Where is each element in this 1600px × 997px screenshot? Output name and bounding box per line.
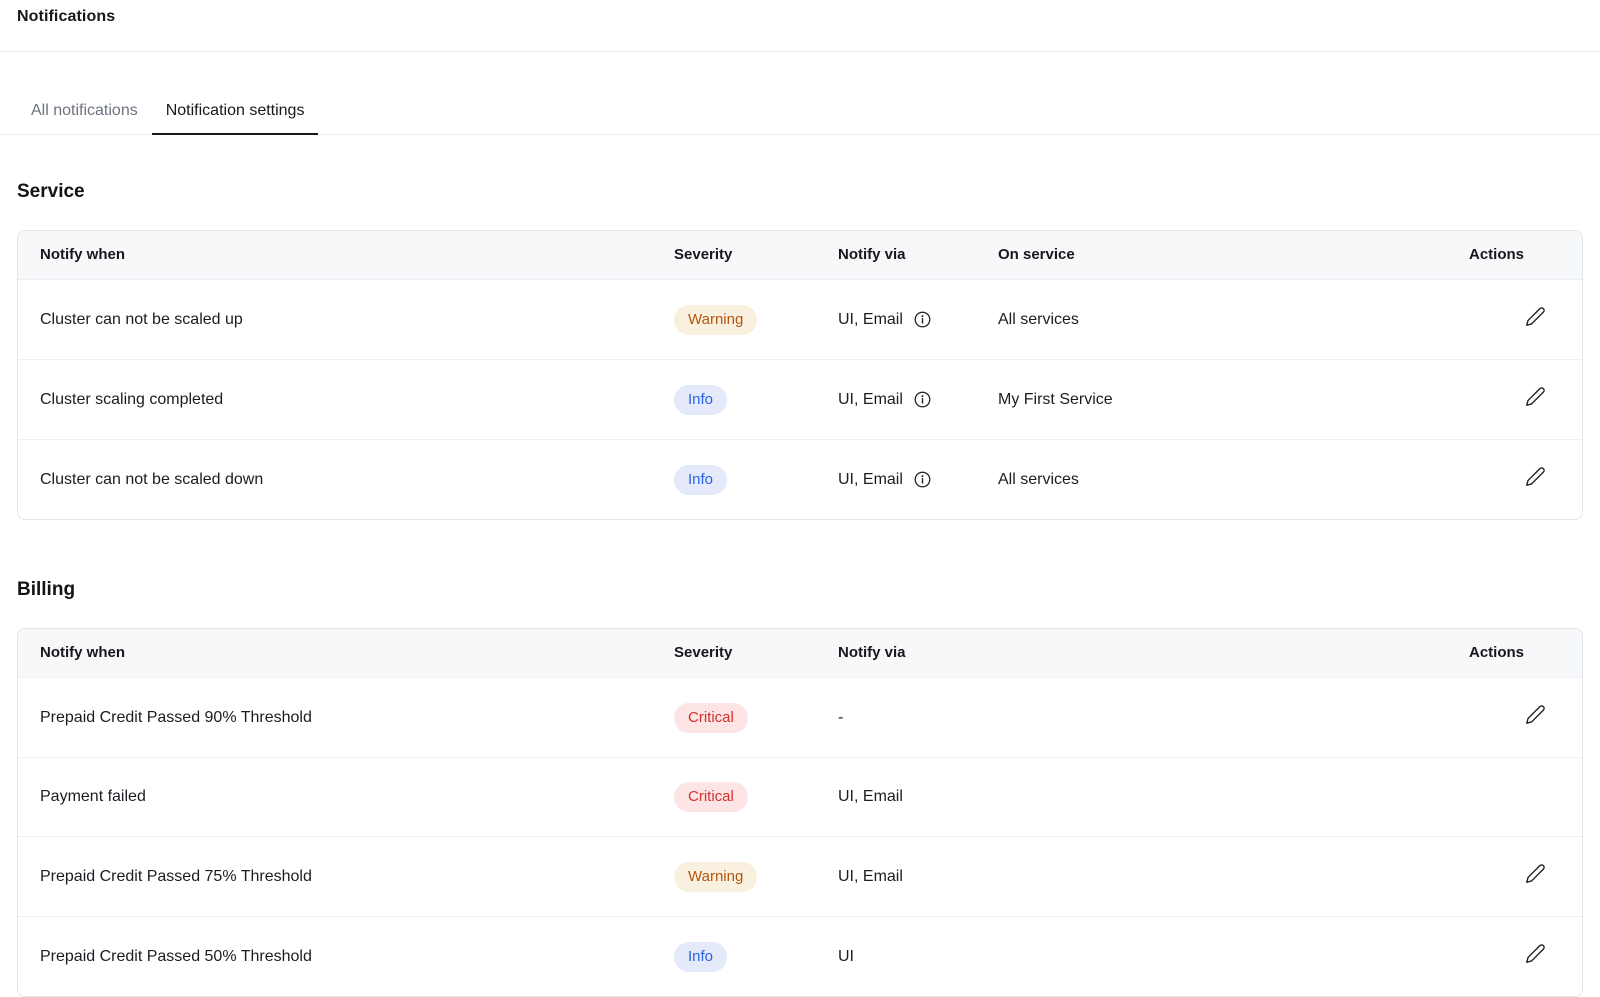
notify-via-value: - — [838, 677, 1462, 757]
notify-when-cell: Cluster can not be scaled down — [18, 439, 674, 519]
on-service-cell: All services — [998, 279, 1462, 359]
info-icon[interactable] — [913, 390, 932, 409]
edit-button[interactable] — [1523, 384, 1548, 409]
service-table-card: Notify when Severity Notify via On servi… — [17, 230, 1583, 520]
service-table: Notify when Severity Notify via On servi… — [18, 231, 1582, 519]
table-row: Prepaid Credit Passed 50% Threshold Info… — [18, 916, 1582, 996]
table-row: Cluster scaling completed Info UI, Email… — [18, 359, 1582, 439]
page-title: Notifications — [17, 8, 1583, 26]
edit-button[interactable] — [1523, 304, 1548, 329]
severity-badge: Critical — [674, 782, 748, 812]
notify-when-cell: Prepaid Credit Passed 90% Threshold — [18, 677, 674, 757]
pencil-icon — [1525, 395, 1546, 410]
table-row: Payment failed Critical UI, Email — [18, 757, 1582, 836]
pencil-icon — [1525, 872, 1546, 887]
edit-button[interactable] — [1523, 464, 1548, 489]
pencil-icon — [1525, 475, 1546, 490]
on-service-cell: All services — [998, 439, 1462, 519]
column-header-actions: Actions — [1462, 231, 1582, 279]
notify-when-cell: Prepaid Credit Passed 50% Threshold — [18, 916, 674, 996]
notify-via-value: UI, Email — [838, 388, 903, 412]
column-header-severity: Severity — [674, 231, 838, 279]
tab-notification-settings[interactable]: Notification settings — [152, 90, 319, 135]
notify-via-value: UI, Email — [838, 308, 903, 332]
billing-table-card: Notify when Severity Notify via Actions … — [17, 628, 1583, 997]
edit-button[interactable] — [1523, 941, 1548, 966]
notify-when-cell: Prepaid Credit Passed 75% Threshold — [18, 836, 674, 916]
severity-badge: Warning — [674, 862, 757, 892]
pencil-icon — [1525, 315, 1546, 330]
notification-settings-content: Service Notify when Severity Notify via … — [0, 181, 1600, 997]
table-row: Prepaid Credit Passed 90% Threshold Crit… — [18, 677, 1582, 757]
section-title-service: Service — [17, 181, 1583, 203]
info-icon[interactable] — [913, 310, 932, 329]
column-header-on-service: On service — [998, 231, 1462, 279]
table-row: Cluster can not be scaled down Info UI, … — [18, 439, 1582, 519]
info-icon[interactable] — [913, 470, 932, 489]
column-header-notify-when: Notify when — [18, 231, 674, 279]
notify-when-cell: Cluster can not be scaled up — [18, 279, 674, 359]
pencil-icon — [1525, 952, 1546, 967]
severity-badge: Warning — [674, 305, 757, 335]
page-header: Notifications — [0, 0, 1600, 52]
column-header-notify-when: Notify when — [18, 629, 674, 677]
table-row: Cluster can not be scaled up Warning UI,… — [18, 279, 1582, 359]
severity-badge: Info — [674, 465, 727, 495]
service-header-row: Notify when Severity Notify via On servi… — [18, 231, 1582, 279]
section-title-billing: Billing — [17, 579, 1583, 601]
pencil-icon — [1525, 713, 1546, 728]
severity-badge: Info — [674, 385, 727, 415]
on-service-cell: My First Service — [998, 359, 1462, 439]
edit-button[interactable] — [1523, 702, 1548, 727]
severity-badge: Critical — [674, 703, 748, 733]
tab-bar: All notifications Notification settings — [0, 90, 1600, 135]
notify-when-cell: Cluster scaling completed — [18, 359, 674, 439]
table-row: Prepaid Credit Passed 75% Threshold Warn… — [18, 836, 1582, 916]
notify-via-value: UI, Email — [838, 757, 1462, 836]
notify-when-cell: Payment failed — [18, 757, 674, 836]
column-header-actions: Actions — [1462, 629, 1582, 677]
column-header-notify-via: Notify via — [838, 629, 1462, 677]
severity-badge: Info — [674, 942, 727, 972]
column-header-severity: Severity — [674, 629, 838, 677]
column-header-notify-via: Notify via — [838, 231, 998, 279]
edit-button[interactable] — [1523, 861, 1548, 886]
billing-table: Notify when Severity Notify via Actions … — [18, 629, 1582, 996]
notify-via-value: UI, Email — [838, 468, 903, 492]
notify-via-value: UI — [838, 916, 1462, 996]
actions-cell-empty — [1462, 757, 1582, 836]
tab-all-notifications[interactable]: All notifications — [17, 90, 152, 135]
billing-header-row: Notify when Severity Notify via Actions — [18, 629, 1582, 677]
notify-via-value: UI, Email — [838, 836, 1462, 916]
